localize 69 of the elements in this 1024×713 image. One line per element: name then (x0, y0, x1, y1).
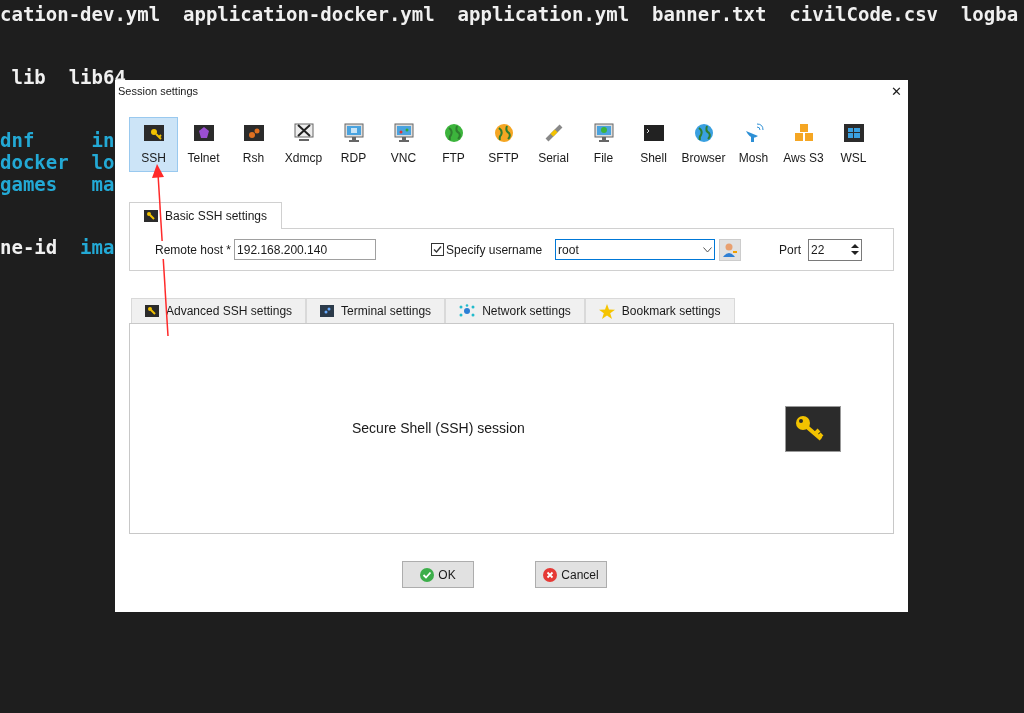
session-type-button[interactable]: Browser (679, 117, 728, 172)
session-type-button[interactable]: FTP (429, 117, 478, 172)
check-circle-icon (420, 567, 435, 582)
cancel-button[interactable]: Cancel (535, 561, 607, 588)
x-monitor-icon (292, 122, 315, 144)
globe-icon (692, 122, 715, 144)
key-icon (142, 122, 165, 144)
monitor-icon (592, 122, 615, 144)
window-title: Session settings (118, 84, 199, 99)
network-icon (459, 304, 476, 318)
ok-button[interactable]: OK (402, 561, 474, 588)
tab[interactable]: Bookmark settings (584, 298, 735, 323)
terminal-text: application-docker.yml (183, 3, 435, 25)
session-type-button[interactable]: Serial (529, 117, 578, 172)
username-combobox[interactable]: root (555, 239, 716, 260)
tab[interactable]: Advanced SSH settings (131, 298, 307, 323)
field-label: Remote host * (155, 240, 232, 259)
terminal-text: banner.txt (652, 3, 767, 25)
key-icon (785, 405, 841, 452)
session-type-button[interactable]: SFTP (479, 117, 528, 172)
session-type-button[interactable]: Shell (629, 117, 678, 172)
terminal-text: dnf (0, 129, 35, 151)
monitor-icon (342, 122, 365, 144)
terminal-text: ima (80, 236, 115, 258)
input-field[interactable]: 192.168.200.140 (234, 239, 377, 260)
spinner-arrows-icon (851, 243, 859, 256)
checkbox-label: Specify username (446, 241, 543, 259)
gem-icon (192, 122, 215, 144)
tab[interactable]: Terminal settings (306, 298, 446, 323)
session-type-button[interactable]: Mosh (729, 117, 778, 172)
session-type-button[interactable]: Aws S3 (779, 117, 828, 172)
session-type-button[interactable]: Telnet (179, 117, 228, 172)
session-type-button[interactable]: VNC (379, 117, 428, 172)
x-circle-icon (543, 567, 558, 582)
monitor-icon (392, 122, 415, 144)
user-key-button[interactable] (719, 238, 742, 261)
terminal-text: in (91, 129, 115, 151)
session-type-button[interactable]: Rsh (229, 117, 278, 172)
star-icon (598, 303, 615, 319)
session-type-button[interactable]: RDP (329, 117, 378, 172)
session-type-button[interactable]: SSH (129, 117, 178, 172)
tab[interactable]: Basic SSH settings (129, 202, 283, 229)
globe-icon (492, 122, 515, 144)
session-type-button[interactable]: Xdmcp (279, 117, 328, 172)
session-type-button[interactable]: WSL (829, 117, 878, 172)
terminal-text: civilCode.csv (789, 3, 939, 25)
field-label: Port (779, 241, 801, 259)
windows-icon (842, 122, 865, 144)
tab[interactable]: Network settings (445, 298, 585, 323)
cubes-icon (792, 122, 815, 144)
close-button[interactable]: ✕ (891, 84, 902, 98)
key-icon (145, 305, 159, 317)
terminal-text: application.yml (457, 3, 630, 25)
terminal-text: ne-id (0, 236, 58, 258)
terminal-text: cation-dev.yml (0, 3, 161, 25)
terminal-text: games (0, 173, 58, 195)
port-spinner[interactable]: 22 (808, 238, 862, 261)
terminal-text: docker (0, 151, 69, 173)
terminal-text: lib (11, 66, 46, 88)
globe-icon (442, 122, 465, 144)
user-key-icon (722, 241, 739, 258)
chevron-down-icon (703, 246, 713, 253)
checkbox[interactable] (431, 243, 445, 256)
session-type-button[interactable]: File (579, 117, 628, 172)
terminal-text: logba (960, 3, 1019, 25)
terminal-text: ma (91, 173, 115, 195)
session-description: Secure Shell (SSH) session (352, 419, 525, 438)
key-icon (144, 210, 158, 222)
terminal-text: lo (91, 151, 115, 173)
